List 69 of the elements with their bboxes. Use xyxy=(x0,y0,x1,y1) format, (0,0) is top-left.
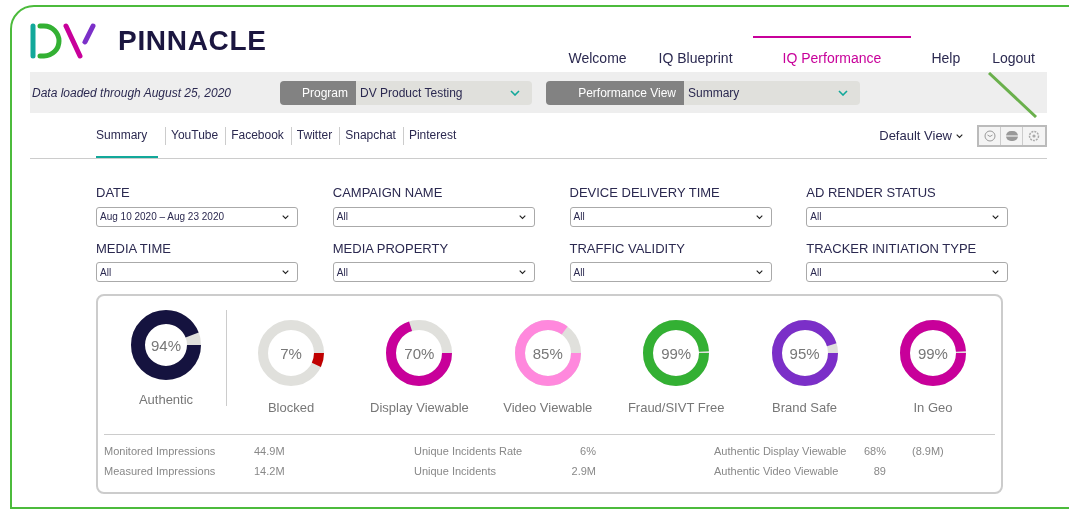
stat-label: Measured Impressions xyxy=(104,463,217,479)
chevron-down-icon xyxy=(518,269,526,275)
nav-link[interactable]: Help xyxy=(919,36,973,72)
metric-label: Blocked xyxy=(267,399,315,417)
stat-label: Authentic Video Viewable xyxy=(714,463,840,479)
chevron-down-icon xyxy=(282,213,289,220)
filter-dropdown[interactable]: All xyxy=(569,206,772,227)
stat-label: Unique Incidents Rate xyxy=(414,444,524,459)
filter-label: CAMPAIGN NAME xyxy=(332,184,444,202)
tab[interactable]: Snapchat xyxy=(345,113,396,158)
percent-value: 7% xyxy=(280,345,302,361)
tab[interactable]: Twitter xyxy=(296,113,333,158)
tab[interactable]: Summary xyxy=(96,113,158,158)
stat-value: 2.9M xyxy=(570,463,596,479)
nav-link[interactable]: Welcome xyxy=(556,36,639,72)
metric-label: In Geo xyxy=(913,399,953,417)
percent-value: 99% xyxy=(661,345,692,361)
chevron-down-icon xyxy=(510,89,520,96)
chevron-down-icon xyxy=(992,213,1000,220)
filter-dropdown[interactable]: All xyxy=(806,262,1009,282)
percent-value: 85% xyxy=(532,345,563,361)
stat-label: Unique Incidents xyxy=(414,463,497,479)
stat-value: 68% xyxy=(862,444,886,459)
filter-dropdown[interactable]: All xyxy=(332,262,535,282)
percent-value: 94% xyxy=(151,337,181,353)
logo-icon xyxy=(30,23,96,59)
percent-value: 70% xyxy=(404,345,435,361)
stat-value: 89 xyxy=(872,463,886,479)
chevron-down-icon xyxy=(956,132,963,139)
nav-link[interactable]: IQ Blueprint xyxy=(646,36,745,72)
metric-label: Video Viewable xyxy=(503,399,593,417)
stat-label: Authentic Display Viewable xyxy=(714,444,848,459)
chevron-down-icon xyxy=(838,89,848,96)
stat-value: 44.9M xyxy=(254,444,285,459)
filter-dropdown[interactable]: Aug 10 2020 – Aug 23 2020 xyxy=(96,206,298,227)
chevron-down-icon xyxy=(755,269,763,275)
annotation-line xyxy=(988,72,1038,118)
nav-link[interactable]: Logout xyxy=(980,36,1047,72)
data-loaded-text: Data loaded through August 25, 2020 xyxy=(32,84,233,102)
view-menu[interactable]: Default View xyxy=(879,125,963,146)
logo-text: PINNACLE xyxy=(118,24,267,58)
percent-value: 95% xyxy=(789,345,820,361)
filter-dropdown[interactable]: All xyxy=(806,206,1009,227)
tab[interactable]: Pinterest xyxy=(408,113,457,158)
filter-label: DEVICE DELIVERY TIME xyxy=(569,184,721,202)
filter-label: DATE xyxy=(96,184,131,202)
filter-label: TRACKER INITIATION TYPE xyxy=(806,239,978,258)
filter-dropdown[interactable]: All xyxy=(96,262,298,282)
metric-label: Display Viewable xyxy=(370,399,469,417)
chevron-down-icon xyxy=(518,213,526,220)
chevron-down-icon xyxy=(992,269,1000,275)
tab[interactable]: Facebook xyxy=(231,113,284,158)
chevron-down-icon xyxy=(755,213,763,220)
filter-label: AD RENDER STATUS xyxy=(806,184,937,202)
metric-label: Authentic xyxy=(138,391,194,409)
filter-label: MEDIA TIME xyxy=(96,239,172,258)
chevron-down-icon xyxy=(282,269,289,275)
filter-label: MEDIA PROPERTY xyxy=(332,239,450,258)
filter-label: TRAFFIC VALIDITY xyxy=(569,239,686,258)
stat-extra: (8.9M) xyxy=(912,444,944,459)
filter-dropdown[interactable]: All xyxy=(569,262,772,282)
stat-label: Monitored Impressions xyxy=(104,444,217,459)
metric-label: Fraud/SIVT Free xyxy=(627,399,725,417)
stat-value: 14.2M xyxy=(254,463,285,479)
stat-value: 6% xyxy=(579,444,596,459)
tab[interactable]: YouTube xyxy=(171,113,219,158)
metric-label: Brand Safe xyxy=(772,399,838,417)
filter-dropdown[interactable]: All xyxy=(332,206,535,227)
percent-value: 99% xyxy=(917,345,948,361)
